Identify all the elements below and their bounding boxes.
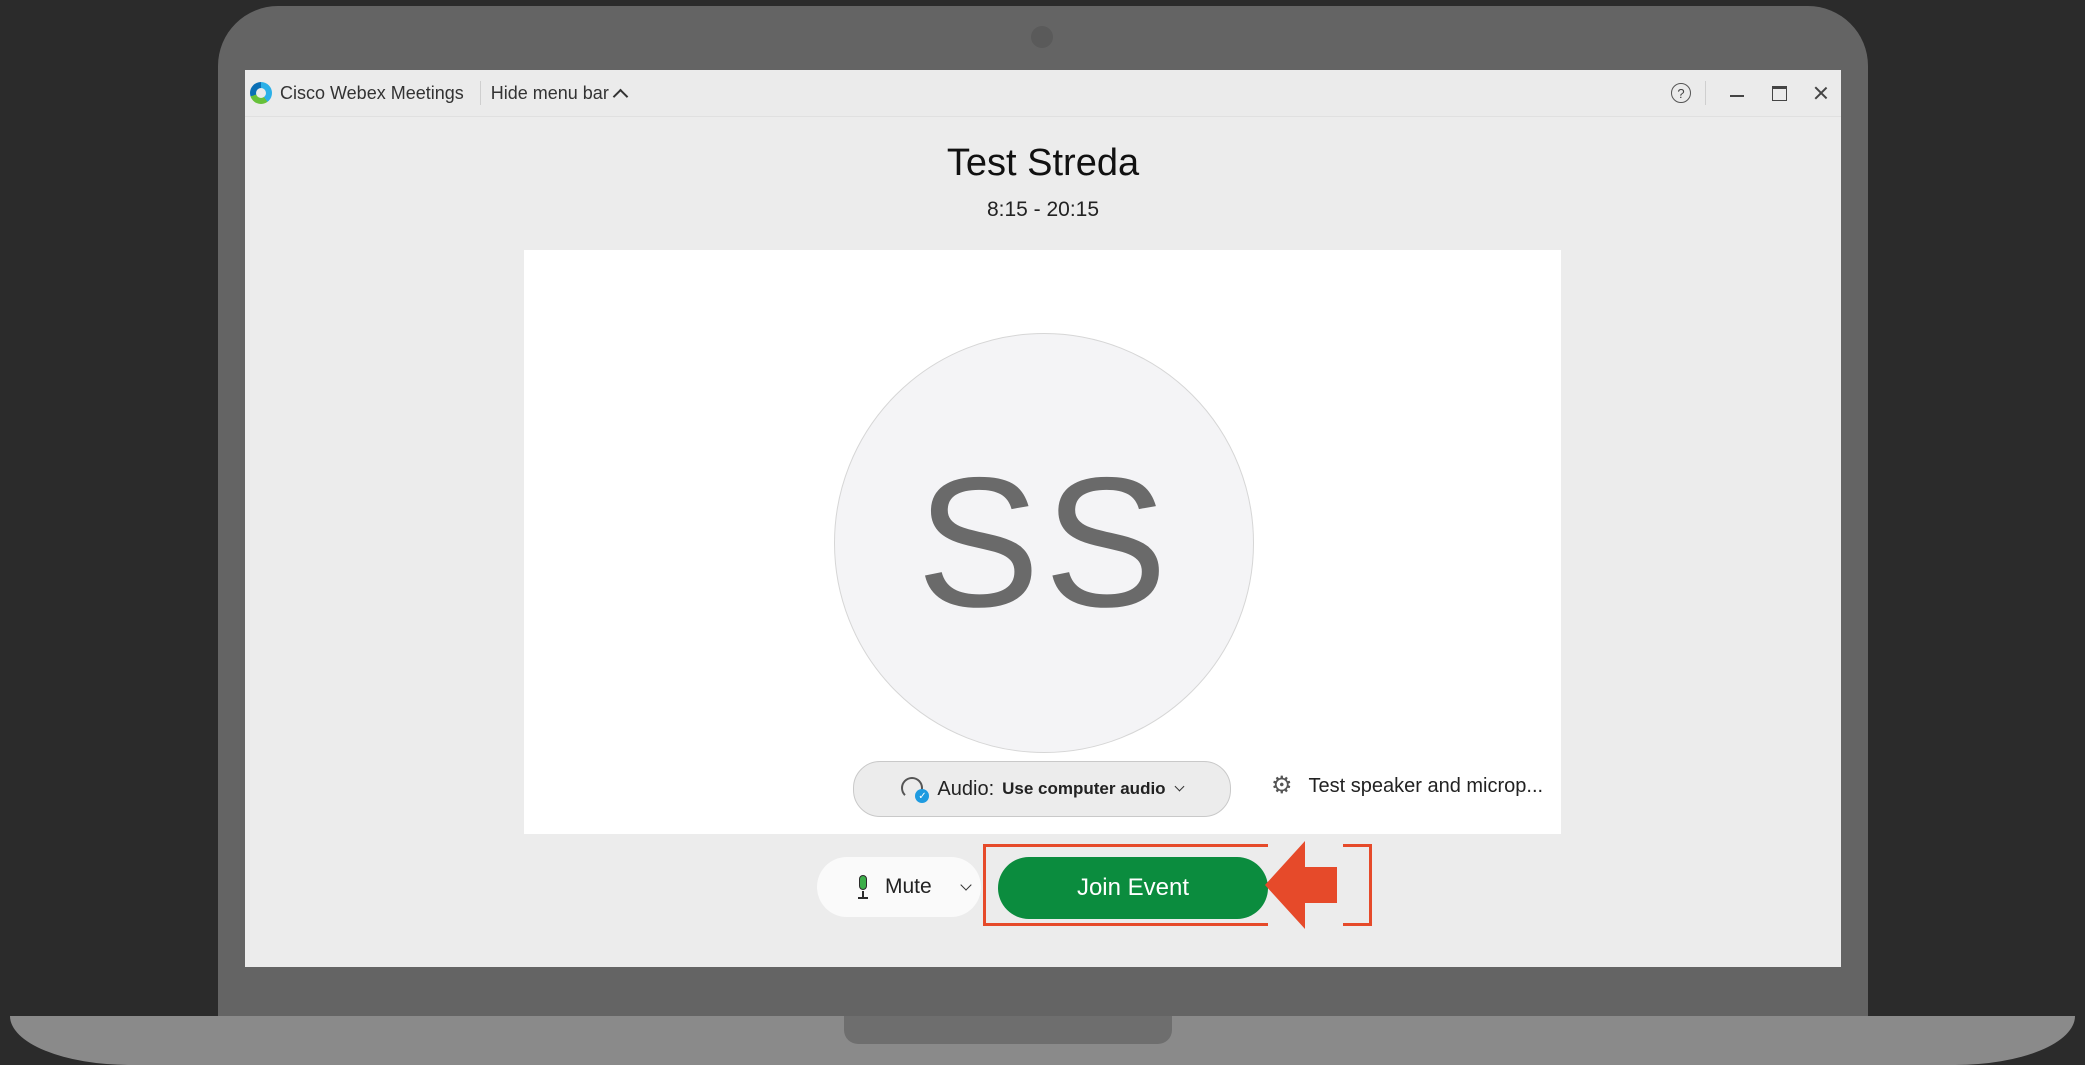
app-name: Cisco Webex Meetings [280, 82, 464, 103]
webcam [1031, 26, 1053, 48]
maximize-icon[interactable] [1772, 85, 1787, 101]
controls-divider [1705, 81, 1706, 105]
close-icon[interactable] [1813, 85, 1829, 101]
audio-label: Audio: [937, 777, 995, 800]
headset-icon: ✓ [901, 777, 930, 803]
meeting-title: Test Streda [946, 142, 1140, 184]
help-icon[interactable]: ? [1671, 83, 1691, 103]
meeting-time: 8:15 - 20:15 [986, 198, 1100, 221]
window-controls: ? [1671, 70, 1841, 116]
mute-label: Mute [885, 875, 932, 898]
arrow-left-icon [1265, 841, 1337, 929]
chevron-up-icon [612, 88, 629, 104]
webex-logo-icon [250, 82, 272, 104]
minimize-icon[interactable] [1730, 95, 1744, 97]
audio-value: Use computer audio [1002, 779, 1166, 798]
gear-icon: ⚙ [1271, 772, 1293, 799]
audio-connection-button[interactable]: ✓ Audio: Use computer audio [853, 761, 1231, 817]
mute-options-chevron-icon[interactable] [960, 878, 972, 891]
webex-window: Cisco Webex Meetings Hide menu bar ? Tes… [245, 70, 1841, 967]
hide-menu-bar-button[interactable]: Hide menu bar [490, 82, 629, 104]
hide-menu-bar-label: Hide menu bar [490, 82, 609, 103]
title-divider [479, 81, 481, 105]
avatar-initials: SS [916, 440, 1172, 646]
laptop-base-notch [844, 1016, 1172, 1044]
video-preview: SS ✓ Audio: Use computer audio ⚙ Test sp… [524, 250, 1561, 834]
mute-button[interactable]: Mute [817, 857, 981, 917]
test-speaker-label: Test speaker and microp... [1308, 774, 1544, 797]
chevron-down-icon [1174, 781, 1185, 792]
microphone-icon [857, 875, 869, 899]
title-bar: Cisco Webex Meetings Hide menu bar ? [245, 70, 1841, 117]
avatar: SS [834, 333, 1254, 753]
test-speaker-microphone-button[interactable]: ⚙ Test speaker and microp... [1271, 774, 1543, 798]
